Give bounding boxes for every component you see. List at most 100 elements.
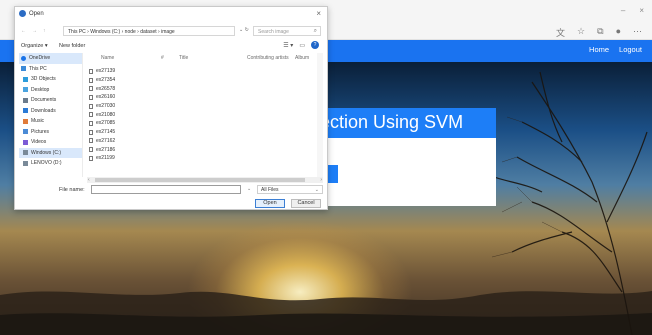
file-icon: [89, 68, 93, 74]
nav-label: Documents: [31, 97, 57, 104]
scroll-thumb[interactable]: [95, 178, 305, 182]
video-icon: [23, 139, 28, 145]
cancel-button[interactable]: Cancel: [291, 199, 321, 208]
dialog-title: Open: [29, 11, 44, 17]
file-row[interactable]: ex27354: [87, 76, 115, 85]
nav-item-windows-c[interactable]: Windows (C:): [19, 147, 82, 158]
file-row[interactable]: ex27139: [87, 67, 115, 76]
close-window-button[interactable]: ×: [639, 6, 644, 15]
address-bar[interactable]: This PC › Windows (C:) › node › dataset …: [63, 26, 235, 36]
file-name: ex27145: [96, 129, 116, 136]
pictures-icon: [23, 129, 28, 135]
file-list: Name # Title Contributing artists Album …: [87, 53, 323, 177]
file-type-value: All Files: [261, 187, 279, 193]
new-folder-button[interactable]: New folder: [59, 43, 85, 49]
file-name: ex27139: [96, 68, 116, 75]
file-icon: [89, 138, 93, 144]
profile-icon[interactable]: ●: [616, 26, 621, 39]
nav-item-this-pc[interactable]: This PC: [19, 64, 82, 75]
file-name: ex21080: [96, 111, 116, 118]
command-bar: Organize ▾ New folder ☰ ▾ ▭ ?: [19, 41, 323, 51]
nav-label: Downloads: [31, 107, 56, 114]
file-icon: [89, 112, 93, 118]
column-album[interactable]: Album: [295, 55, 309, 61]
file-icon: [89, 94, 93, 100]
page-heading-banner: ection Using SVM: [320, 108, 496, 138]
minimize-button[interactable]: –: [621, 6, 625, 15]
column-title[interactable]: Title: [179, 55, 188, 61]
file-row[interactable]: ex21199: [87, 154, 115, 163]
view-options-icon[interactable]: ☰ ▾: [283, 42, 293, 49]
drive-icon: [23, 160, 28, 166]
music-icon: [23, 118, 28, 124]
horizontal-scrollbar[interactable]: ‹ ›: [87, 177, 323, 183]
help-icon[interactable]: ?: [311, 41, 319, 49]
navigation-pane: OneDrive This PC 3D Objects Desktop Docu…: [19, 53, 83, 177]
file-row[interactable]: ex26578: [87, 84, 115, 93]
nav-label: OneDrive: [29, 55, 51, 62]
more-icon[interactable]: ⋯: [633, 26, 642, 39]
desktop-icon: [23, 87, 28, 93]
file-row[interactable]: ex21080: [87, 110, 115, 119]
file-name: ex27030: [96, 103, 116, 110]
file-name: ex26160: [96, 94, 116, 101]
chevron-down-icon: ⌄: [314, 187, 319, 193]
file-type-select[interactable]: All Files ⌄: [257, 185, 323, 194]
translate-icon[interactable]: 文: [556, 26, 565, 39]
back-arrow-icon[interactable]: ←: [21, 28, 26, 34]
scroll-left-icon[interactable]: ‹: [88, 177, 90, 183]
file-row[interactable]: ex27186: [87, 145, 115, 154]
file-row[interactable]: ex27085: [87, 119, 115, 128]
dialog-titlebar: Open ×: [15, 7, 327, 21]
search-input[interactable]: Search image ⌕: [253, 26, 321, 36]
nav-item-desktop[interactable]: Desktop: [19, 85, 82, 96]
file-row[interactable]: ex27162: [87, 137, 115, 146]
organize-button[interactable]: Organize ▾: [21, 43, 48, 49]
open-button[interactable]: Open: [255, 199, 285, 208]
nav-item-downloads[interactable]: Downloads: [19, 106, 82, 117]
column-headers: Name # Title Contributing artists Album: [87, 53, 323, 62]
scroll-right-icon[interactable]: ›: [320, 177, 322, 183]
forward-arrow-icon[interactable]: →: [32, 28, 37, 34]
nav-item-pictures[interactable]: Pictures: [19, 127, 82, 138]
address-row: ← → ↑ This PC › Windows (C:) › node › da…: [19, 25, 323, 37]
pc-icon: [21, 66, 26, 72]
column-contributing-artists[interactable]: Contributing artists: [247, 55, 289, 61]
logout-link[interactable]: Logout: [619, 45, 642, 54]
file-row[interactable]: ex27030: [87, 102, 115, 111]
file-name-row: File name: ⌄ All Files ⌄: [19, 185, 323, 195]
nav-item-lenovo-d[interactable]: LENOVO (D:): [19, 158, 82, 169]
nav-label: Windows (C:): [31, 149, 62, 156]
favorite-icon[interactable]: ☆: [577, 26, 585, 39]
nav-item-music[interactable]: Music: [19, 116, 82, 127]
refresh-icon[interactable]: ⌄ ↻: [239, 27, 249, 33]
download-icon: [23, 108, 28, 114]
nav-label: 3D Objects: [31, 76, 56, 83]
column-name[interactable]: Name: [101, 55, 114, 61]
file-icon: [89, 77, 93, 83]
browser-icon: [19, 10, 26, 17]
vertical-scrollbar[interactable]: [317, 53, 323, 177]
column-number[interactable]: #: [161, 55, 164, 61]
up-arrow-icon[interactable]: ↑: [43, 28, 46, 34]
file-row[interactable]: ex27145: [87, 128, 115, 137]
close-icon[interactable]: ×: [316, 9, 321, 18]
file-row[interactable]: ex26160: [87, 93, 115, 102]
file-name: ex26578: [96, 85, 116, 92]
nav-item-3d-objects[interactable]: 3D Objects: [19, 74, 82, 85]
document-icon: [23, 97, 28, 103]
nav-item-documents[interactable]: Documents: [19, 95, 82, 106]
collections-icon[interactable]: ⧉: [597, 26, 603, 39]
nav-label: Pictures: [31, 128, 50, 135]
chevron-down-icon[interactable]: ⌄: [247, 186, 251, 192]
preview-pane-icon[interactable]: ▭: [299, 42, 305, 49]
home-link[interactable]: Home: [589, 45, 609, 54]
nav-item-videos[interactable]: Videos: [19, 137, 82, 148]
file-name: ex27085: [96, 120, 116, 127]
view-tools: ☰ ▾ ▭ ?: [283, 41, 319, 49]
file-name-input[interactable]: [91, 185, 241, 194]
file-icon: [89, 155, 93, 161]
nav-item-onedrive[interactable]: OneDrive: [19, 53, 82, 64]
nav-label: This PC: [29, 65, 47, 72]
file-icon: [89, 120, 93, 126]
